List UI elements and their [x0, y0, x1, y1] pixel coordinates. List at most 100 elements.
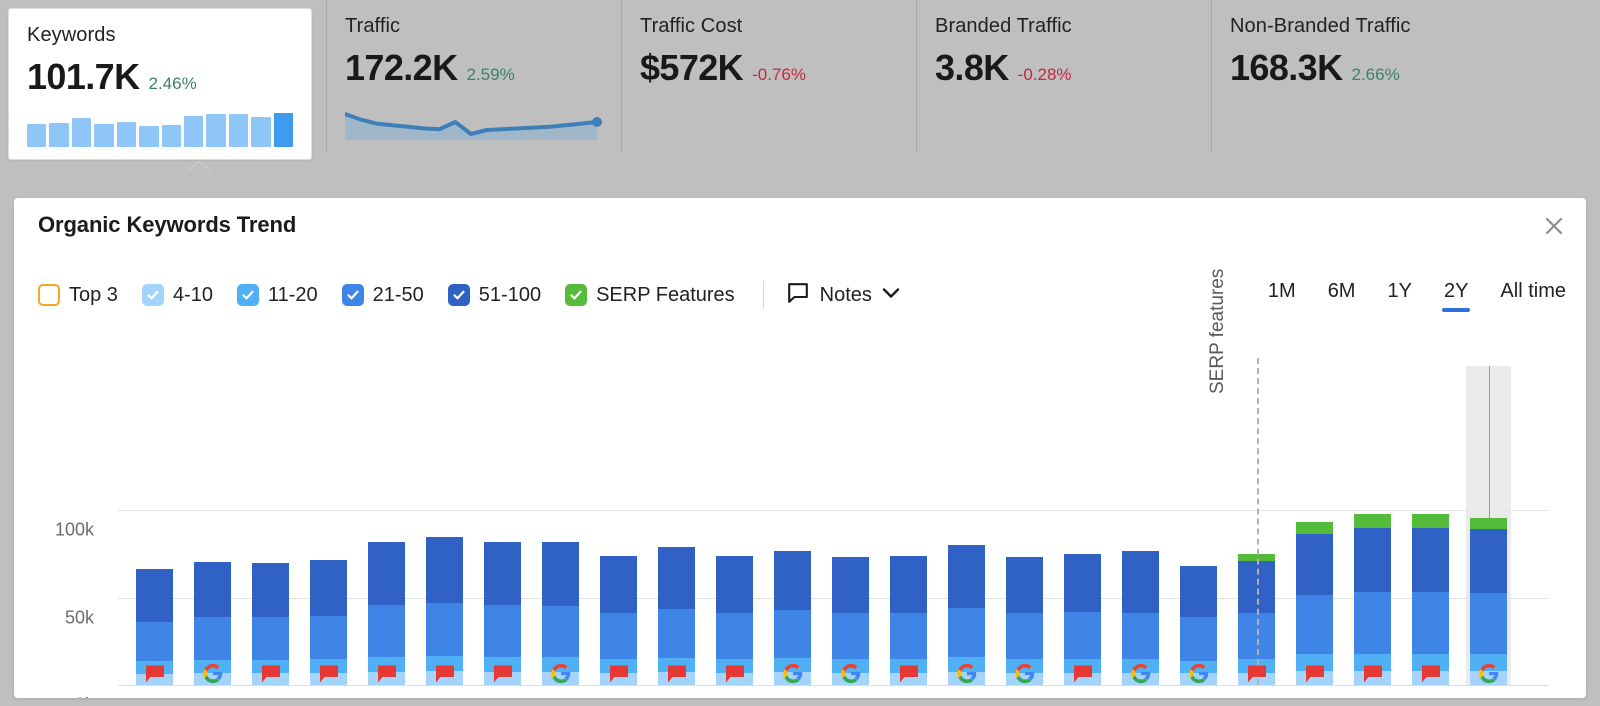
- bar-segment: [1470, 593, 1507, 653]
- sparkline-bar: [162, 125, 181, 147]
- legend-item-4-10[interactable]: 4-10: [142, 284, 213, 307]
- close-icon[interactable]: [1540, 212, 1568, 240]
- range-tab-1m[interactable]: 1M: [1266, 278, 1298, 312]
- checkbox-checked-icon[interactable]: [565, 284, 587, 306]
- bar-segment: [1412, 592, 1449, 653]
- google-update-icon[interactable]: [1130, 663, 1151, 689]
- kpi-delta: 2.46%: [149, 74, 197, 94]
- checkbox-checked-icon[interactable]: [142, 284, 164, 306]
- bar-segment: [716, 613, 753, 659]
- legend-divider: [763, 281, 764, 309]
- google-update-icon[interactable]: [1188, 663, 1209, 689]
- bar-segment: [310, 616, 347, 660]
- bar-column[interactable]: [1296, 522, 1333, 685]
- bar-segment: [1006, 613, 1043, 659]
- note-flag-icon[interactable]: [434, 664, 456, 689]
- google-update-icon[interactable]: [1014, 663, 1035, 689]
- kpi-value-row: $572K-0.76%: [640, 48, 898, 88]
- range-tab-2y[interactable]: 2Y: [1442, 278, 1470, 312]
- note-flag-icon[interactable]: [318, 664, 340, 689]
- y-axis-tick-label: 100k: [55, 520, 94, 541]
- note-flag-icon[interactable]: [1246, 664, 1268, 689]
- traffic-sparkline-area: [345, 104, 603, 140]
- plot-region: SERP features: [118, 358, 1548, 698]
- bar-segment: [1180, 617, 1217, 661]
- note-flag-icon[interactable]: [666, 664, 688, 689]
- note-flag-icon[interactable]: [608, 664, 630, 689]
- legend-item-label: 51-100: [479, 284, 541, 307]
- range-tab-all-time[interactable]: All time: [1498, 278, 1568, 312]
- note-flag-icon[interactable]: [144, 664, 166, 689]
- bar-column[interactable]: [1412, 514, 1449, 685]
- google-update-icon[interactable]: [1478, 663, 1499, 689]
- sparkline-bar: [139, 126, 158, 147]
- time-range-tabs: 1M 6M 1Y 2Y All time: [1238, 278, 1568, 312]
- bar-column[interactable]: [1354, 514, 1391, 685]
- note-flag-icon[interactable]: [898, 664, 920, 689]
- bar-column[interactable]: [1470, 518, 1507, 685]
- checkbox-checked-icon[interactable]: [448, 284, 470, 306]
- bar-segment: [1122, 551, 1159, 612]
- range-tab-6m[interactable]: 6M: [1326, 278, 1358, 312]
- bar-segment: [774, 610, 811, 658]
- kpi-value: 168.3K: [1230, 48, 1343, 88]
- note-flag-icon[interactable]: [1072, 664, 1094, 689]
- sparkline-bar: [206, 114, 225, 147]
- checkbox-checked-icon[interactable]: [237, 284, 259, 306]
- bar-segment: [1180, 566, 1217, 617]
- kpi-value: 3.8K: [935, 48, 1009, 88]
- page-root: Keywords101.7K2.46%Traffic172.2K2.59%Tra…: [0, 0, 1600, 706]
- legend-item-11-20[interactable]: 11-20: [237, 284, 318, 307]
- legend-item-21-50[interactable]: 21-50: [342, 284, 424, 307]
- checkbox-unchecked-icon[interactable]: [38, 284, 60, 306]
- google-update-icon[interactable]: [550, 663, 571, 689]
- bar-segment: [658, 609, 695, 658]
- bar-segment: [1412, 514, 1449, 527]
- kpi-card-traffic-cost[interactable]: Traffic Cost$572K-0.76%: [621, 0, 916, 152]
- legend-item-51-100[interactable]: 51-100: [448, 284, 541, 307]
- legend-item-top-3[interactable]: Top 3: [38, 284, 118, 307]
- bar-segment: [1354, 528, 1391, 593]
- bar-segment: [1122, 613, 1159, 659]
- kpi-card-keywords[interactable]: Keywords101.7K2.46%: [8, 8, 312, 160]
- legend-item-serp-features[interactable]: SERP Features: [565, 284, 735, 307]
- kpi-delta: 2.66%: [1352, 65, 1400, 85]
- note-flag-icon[interactable]: [724, 664, 746, 689]
- checkbox-checked-icon[interactable]: [342, 284, 364, 306]
- note-flag-icon[interactable]: [376, 664, 398, 689]
- kpi-card-non-branded-traffic[interactable]: Non-Branded Traffic168.3K2.66%: [1211, 0, 1506, 152]
- note-flag-icon[interactable]: [1362, 664, 1384, 689]
- sparkline-bar: [27, 124, 46, 147]
- kpi-strip: Keywords101.7K2.46%Traffic172.2K2.59%Tra…: [0, 0, 1600, 170]
- note-flag-icon[interactable]: [260, 664, 282, 689]
- chart-area: 0k50k100k SERP features Oct 21Dec 21Feb …: [14, 338, 1586, 698]
- bar-column[interactable]: [426, 537, 463, 685]
- kpi-delta: 2.59%: [467, 65, 515, 85]
- google-update-icon[interactable]: [956, 663, 977, 689]
- note-flag-icon[interactable]: [492, 664, 514, 689]
- bar-segment: [426, 603, 463, 656]
- kpi-card-traffic[interactable]: Traffic172.2K2.59%: [326, 0, 621, 152]
- notes-label: Notes: [820, 284, 872, 307]
- bar-segment: [600, 613, 637, 659]
- google-update-icon[interactable]: [782, 663, 803, 689]
- bar-segment: [890, 556, 927, 613]
- legend-item-label: SERP Features: [596, 284, 735, 307]
- kpi-card-branded-traffic[interactable]: Branded Traffic3.8K-0.28%: [916, 0, 1211, 152]
- legend-item-label: Top 3: [69, 284, 118, 307]
- range-tab-1y[interactable]: 1Y: [1385, 278, 1413, 312]
- bar-segment: [1006, 557, 1043, 613]
- bar-segment: [368, 605, 405, 657]
- chevron-down-icon[interactable]: [881, 286, 901, 305]
- bar-segment: [252, 563, 289, 617]
- y-axis-labels: 0k50k100k: [14, 358, 106, 698]
- google-update-icon[interactable]: [840, 663, 861, 689]
- notes-dropdown-button[interactable]: Notes: [786, 281, 901, 310]
- sparkline-bar: [49, 123, 68, 147]
- bar-segment: [1296, 534, 1333, 595]
- note-flag-icon[interactable]: [1420, 664, 1442, 689]
- note-flag-icon[interactable]: [1304, 664, 1326, 689]
- sparkline-bar: [274, 113, 293, 147]
- google-update-icon[interactable]: [202, 663, 223, 689]
- bar-segment: [1064, 612, 1101, 659]
